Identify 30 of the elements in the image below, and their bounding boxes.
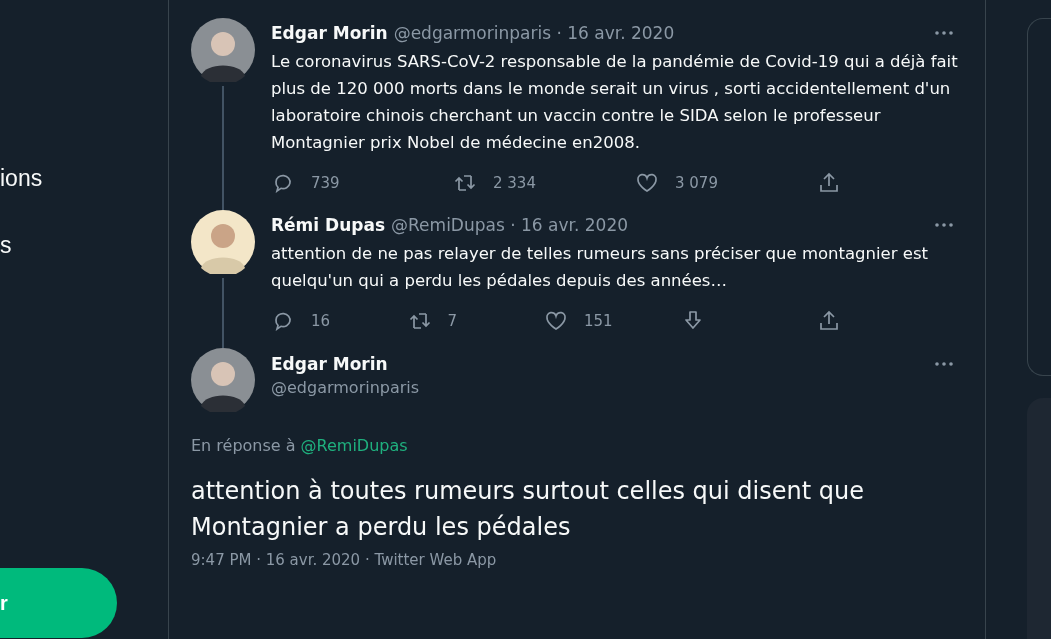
tweet-byline: @RemiDupas · 16 avr. 2020 — [391, 215, 628, 235]
tweet-text: Le coronavirus SARS-CoV-2 responsable de la pandémie de Covid-19 qui a déjà fait plus de 120 000 morts dans le monde serait un virus , sorti accidentellement d'un laboratoire chinois cherchant un vaccin contre le SIDA selon le professeur Montagnier prix Nobel de médecine en2008. — [271, 51, 959, 154]
author-name[interactable]: Edgar Morin — [271, 23, 388, 43]
action-count: 7 — [447, 312, 458, 330]
more-icon[interactable] — [935, 223, 953, 227]
author-handle[interactable]: @edgarmorinparis — [271, 378, 919, 397]
avatar[interactable] — [191, 18, 255, 82]
author-name[interactable]: Edgar Morin — [271, 354, 919, 374]
action-count: 3 079 — [675, 174, 718, 192]
action-count: 2 334 — [493, 174, 536, 192]
avatar[interactable] — [191, 348, 255, 412]
nav-item[interactable]: ions — [0, 166, 43, 191]
more-icon[interactable] — [935, 31, 953, 35]
heart-icon[interactable] — [635, 171, 659, 195]
reply-label: En réponse à — [191, 436, 296, 455]
mention-link[interactable]: @RemiDupas — [300, 436, 408, 455]
author-name[interactable]: Rémi Dupas — [271, 215, 386, 235]
tweet-text: attention à toutes rumeurs surtout celles qui disent que Montagnier a perdu les pédales — [191, 476, 865, 543]
action-count: 16 — [311, 312, 331, 330]
share-icon[interactable] — [817, 171, 841, 195]
nav-item[interactable]: s — [0, 233, 43, 258]
tweet-text: attention de ne pas relayer de telles rumeurs sans préciser que montagnier est quelqu'un qui a perdu les pédales depuis des années… — [271, 243, 929, 292]
share-icon[interactable] — [817, 309, 841, 333]
avatar[interactable] — [191, 210, 255, 274]
heart-icon[interactable] — [544, 309, 568, 333]
more-icon[interactable] — [935, 362, 953, 366]
action-count: 739 — [311, 174, 340, 192]
action-count: 151 — [584, 312, 613, 330]
tweet-byline: @edgarmorinparis · 16 avr. 2020 — [393, 23, 675, 43]
tweet-meta: 9:47 PM · 16 avr. 2020 · Twitter Web App — [191, 551, 498, 569]
